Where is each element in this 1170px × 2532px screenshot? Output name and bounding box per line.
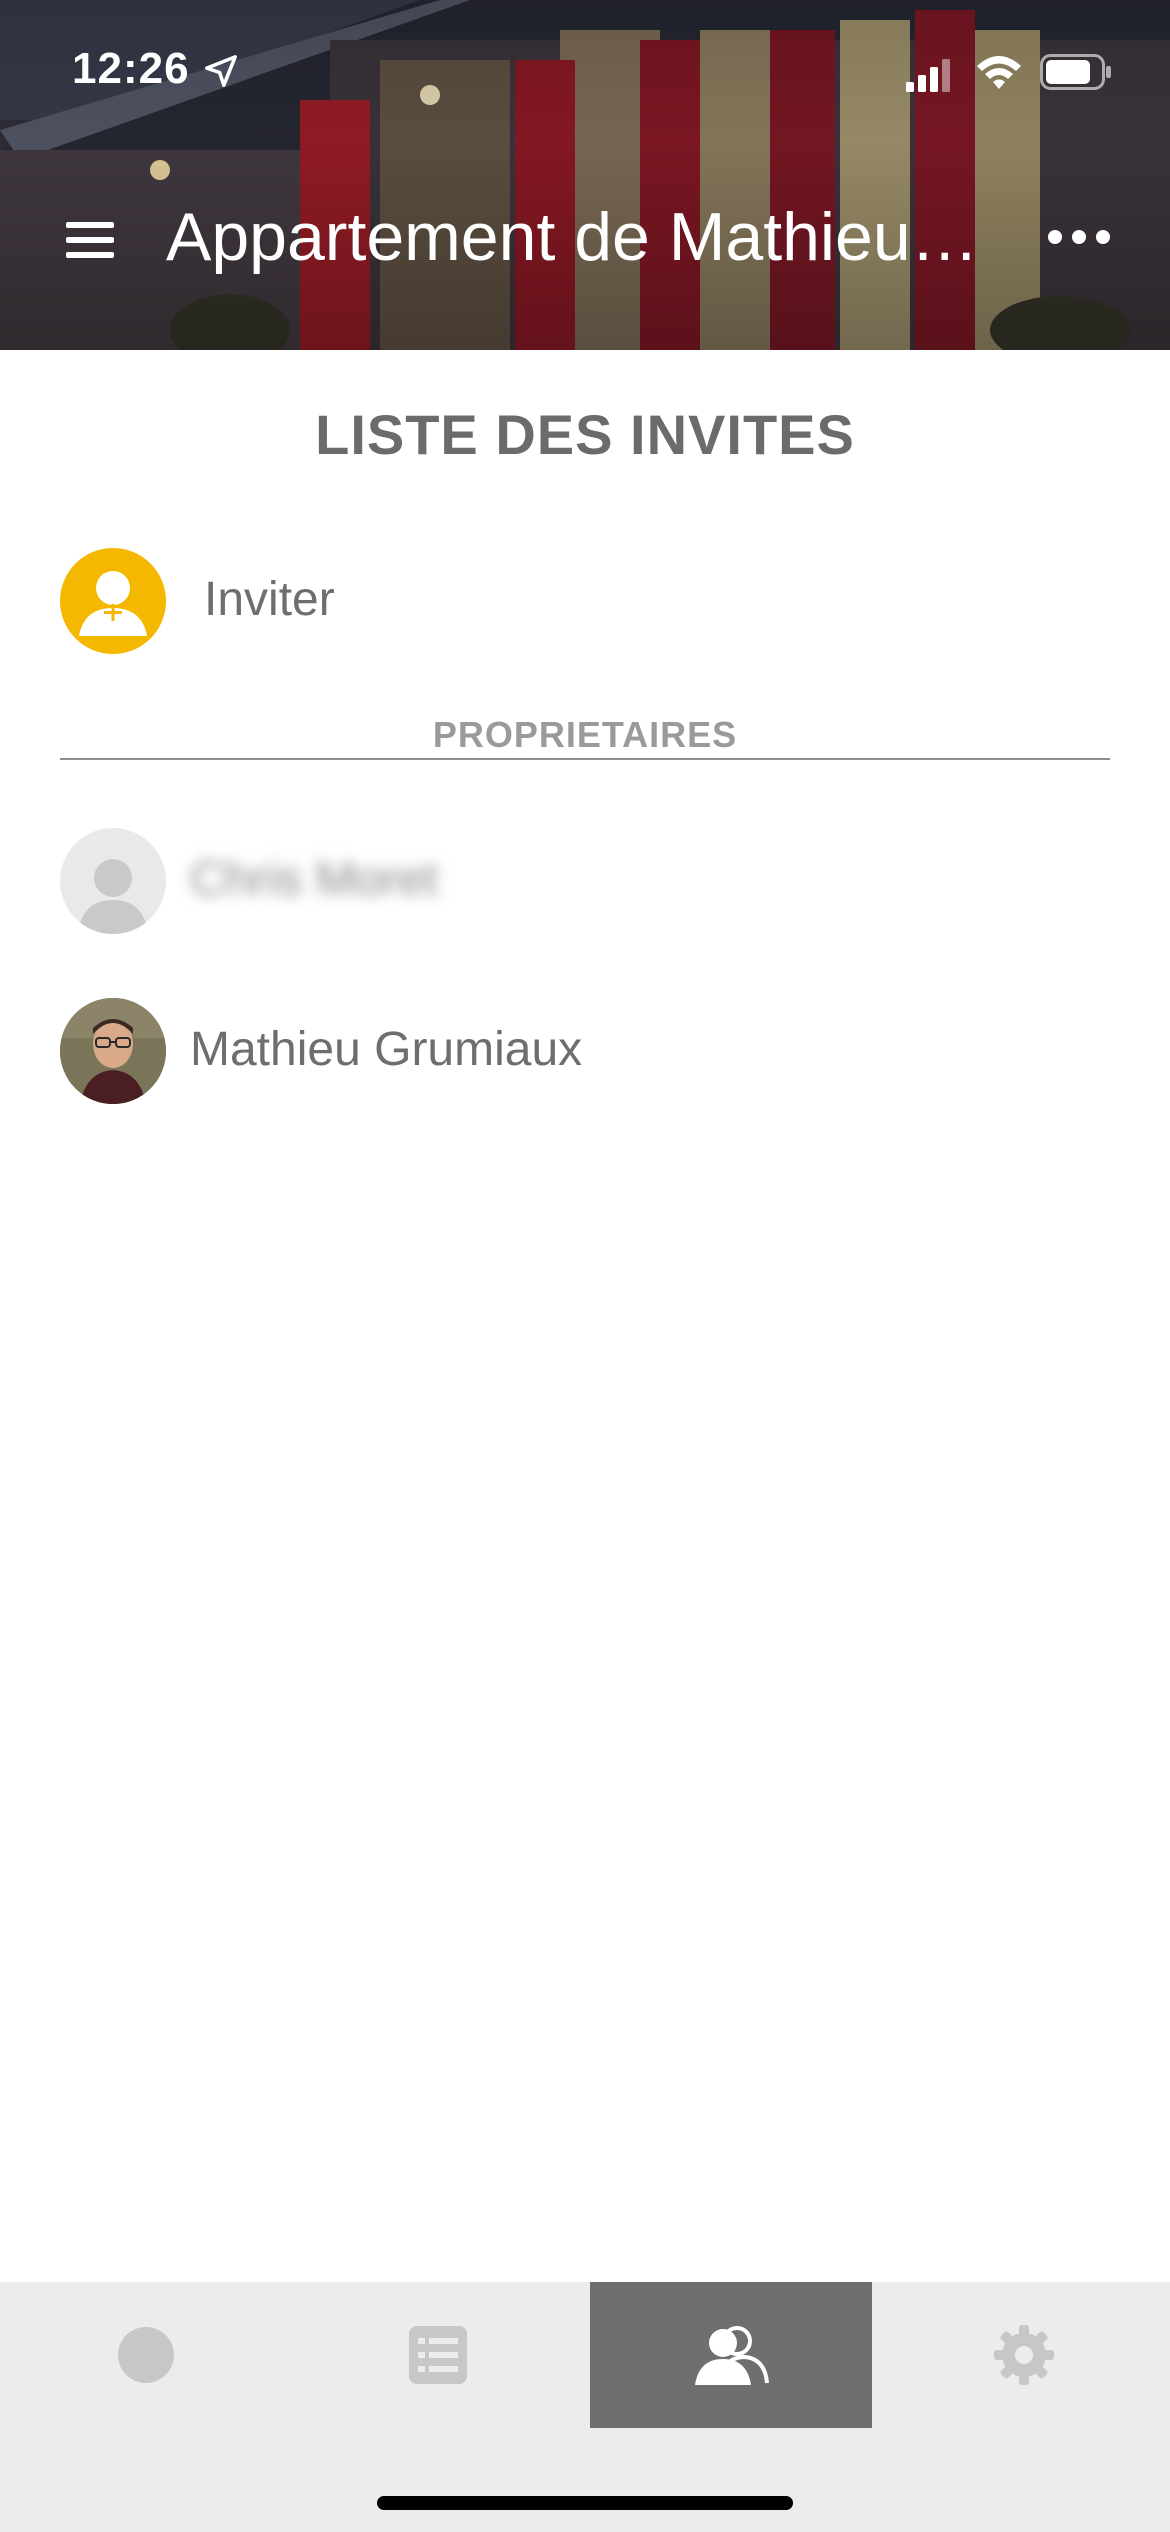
list-item[interactable]: Chris Moret — [60, 828, 1110, 936]
tab-home[interactable] — [0, 2282, 292, 2428]
invite-label: Inviter — [204, 573, 335, 626]
member-name: Chris Moret — [190, 853, 439, 906]
hamburger-menu-icon[interactable] — [60, 210, 120, 270]
more-dots-icon[interactable] — [1046, 222, 1112, 252]
header: 12:26 Appartement de Mathieu… — [0, 0, 1170, 350]
member-name: Mathieu Grumiaux — [190, 1023, 583, 1076]
default-avatar-icon — [60, 828, 166, 934]
app-screen: 12:26 Appartement de Mathieu… LISTE DES … — [0, 0, 1170, 2532]
profile-photo — [60, 998, 166, 1104]
gear-icon — [994, 2325, 1054, 2385]
page-title: LISTE DES INVITES — [315, 403, 855, 466]
battery-icon — [1040, 54, 1111, 90]
status-time: 12:26 — [72, 44, 190, 93]
tab-users[interactable] — [590, 2282, 872, 2428]
home-title: Appartement de Mathieu… — [166, 199, 979, 275]
tab-bar — [0, 2282, 1170, 2532]
cellular-signal-icon — [906, 59, 950, 92]
tab-list[interactable] — [292, 2282, 584, 2428]
list-icon — [409, 2326, 467, 2384]
add-user-icon — [60, 548, 166, 654]
home-indicator — [377, 2496, 793, 2510]
users-icon — [695, 2326, 769, 2385]
tab-settings[interactable] — [878, 2282, 1170, 2428]
list-item[interactable]: Mathieu Grumiaux — [60, 998, 1110, 1106]
owners-divider — [60, 758, 1110, 760]
owners-heading: PROPRIETAIRES — [432, 714, 738, 755]
circle-icon — [118, 2327, 174, 2383]
invite-button[interactable]: Inviter — [60, 548, 1110, 656]
wifi-icon — [977, 56, 1021, 89]
location-arrow-icon — [205, 55, 237, 87]
